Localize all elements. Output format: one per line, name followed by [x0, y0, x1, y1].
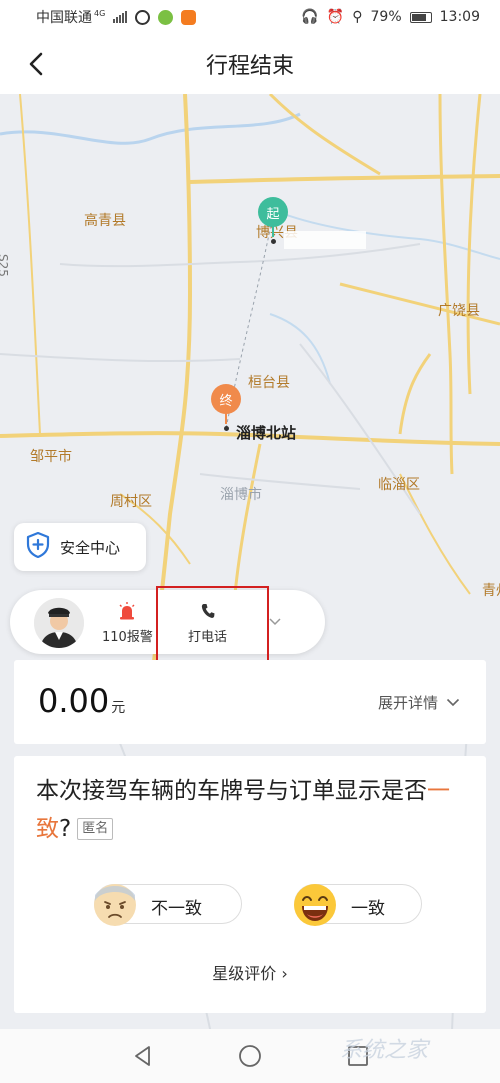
map-label-gaoqing: 高青县 [84, 213, 126, 229]
option-not-matching-label: 不一致 [151, 899, 202, 919]
carrier-label: 中国联通 [36, 10, 92, 26]
clock: 13:09 [439, 9, 480, 25]
fare-value: 0.00 [38, 682, 110, 720]
map-label-huantai: 桓台县 [248, 375, 290, 391]
star-rating-link[interactable]: 星级评价 › [14, 960, 486, 984]
fare-unit: 元 [111, 700, 126, 716]
map-label-linzi: 临淄区 [378, 477, 420, 493]
app-notification-icon [181, 9, 197, 25]
survey-question: 本次接驾车辆的车牌号与订单显示是否一致? 匿名 [36, 772, 476, 848]
police-110-button[interactable]: 110报警 [102, 602, 153, 645]
annotation-highlight-box [156, 586, 269, 669]
network-label: 4G [94, 8, 106, 18]
option-matching-label: 一致 [351, 899, 385, 919]
app-notification-icon [135, 9, 151, 25]
map-label-zouping: 邹平市 [30, 449, 72, 465]
plate-survey-card: 本次接驾车辆的车牌号与订单显示是否一致? 匿名 不一致 一致 星级评价 › [14, 756, 486, 1013]
start-point [271, 239, 276, 244]
page-title: 行程结束 [205, 54, 294, 79]
alarm-icon: ⏰ [326, 9, 345, 25]
start-marker-stem [272, 225, 274, 237]
back-triangle-icon[interactable] [130, 1043, 156, 1069]
option-not-matching-button[interactable]: 不一致 [94, 884, 242, 926]
chevron-down-icon[interactable] [268, 612, 282, 631]
option-matching-button[interactable]: 一致 [294, 884, 422, 926]
survey-question-mark: ? [59, 816, 72, 842]
battery-icon [409, 11, 432, 23]
driver-avatar[interactable] [34, 598, 84, 648]
expand-details-label: 展开详情 [377, 694, 438, 712]
map-label-guangrao: 广饶县 [438, 303, 480, 319]
app-notification-icon [158, 9, 174, 25]
chevron-down-icon [446, 694, 460, 712]
fare-amount: 0.00 元 [38, 682, 125, 720]
end-point [224, 426, 229, 431]
map-label-qingzhou: 青州 [482, 583, 500, 599]
signal-icon [113, 11, 128, 23]
fare-card: 0.00 元 展开详情 [14, 660, 486, 744]
location-icon: ⚲ [352, 9, 363, 25]
map-label-zibo-north: 淄博北站 [236, 424, 297, 442]
police-110-label: 110报警 [102, 630, 153, 645]
map-label-zhoucun: 周村区 [110, 494, 152, 510]
home-circle-icon[interactable] [237, 1043, 263, 1069]
headset-icon: 🎧 [301, 9, 319, 25]
alarm-siren-icon [118, 602, 136, 620]
safety-center-button[interactable]: 安全中心 [14, 523, 146, 571]
shield-icon [26, 531, 50, 562]
safety-center-label: 安全中心 [60, 538, 121, 557]
header: 行程结束 [0, 34, 500, 94]
start-marker[interactable]: 起 [258, 197, 288, 227]
redacted-address [284, 231, 366, 249]
survey-question-text: 本次接驾车辆的车牌号与订单显示是否 [36, 778, 427, 804]
end-marker-stem [225, 412, 227, 424]
anonymous-tag: 匿名 [77, 818, 114, 840]
watermark: 系统之家 [340, 1038, 429, 1063]
battery-percent: 79% [370, 9, 402, 25]
map-label-zibo: 淄博市 [220, 487, 262, 503]
laughing-face-icon [291, 881, 339, 929]
back-icon[interactable] [20, 48, 52, 80]
worried-face-icon [91, 881, 139, 929]
end-marker[interactable]: 终 [211, 384, 241, 414]
map-label-s25: S25 [0, 254, 10, 277]
expand-details-button[interactable]: 展开详情 [378, 692, 460, 713]
status-bar: 中国联通 4G 🎧 ⏰ ⚲ 79% 13:09 [0, 0, 500, 34]
